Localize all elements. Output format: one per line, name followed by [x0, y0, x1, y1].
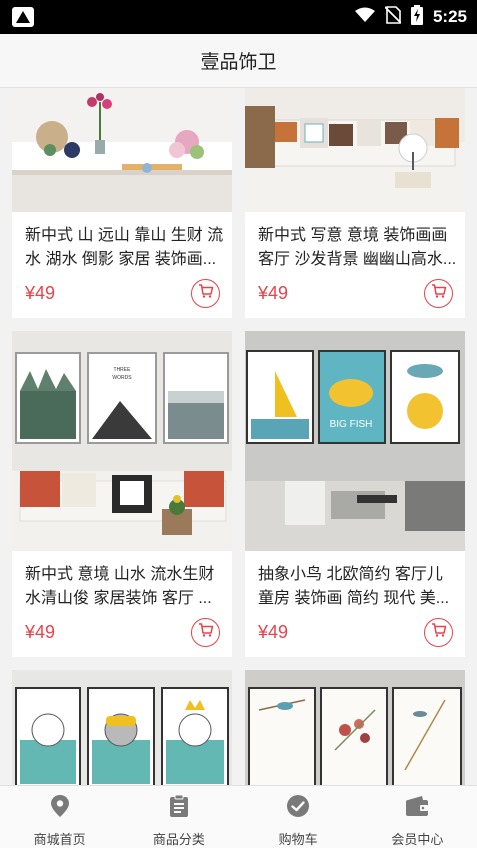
product-title[interactable]: 新中式 山 远山 靠山 生财 流水 湖水 倒影 家居 装饰画... [25, 224, 225, 272]
cart-icon [431, 622, 447, 643]
status-bar: 5:25 [0, 0, 477, 34]
product-card[interactable]: BIG FISH 抽象小鸟 北欧简约 客厅儿童房 装饰画 简约 现代 美... … [245, 331, 465, 657]
product-card[interactable]: 新中式 写意 意境 装饰画画客厅 沙发背景 幽幽山高水... ¥49 [245, 88, 465, 318]
page-title: 壹品饰卫 [200, 52, 277, 73]
product-image[interactable] [12, 670, 232, 785]
product-image[interactable]: BIG FISH [245, 331, 465, 551]
add-to-cart-button[interactable] [191, 279, 220, 308]
product-card[interactable] [12, 670, 232, 785]
product-title[interactable]: 新中式 写意 意境 装饰画画客厅 沙发背景 幽幽山高水... [258, 224, 458, 272]
check-circle-icon [286, 794, 310, 823]
product-image[interactable] [12, 88, 232, 212]
product-price: ¥49 [25, 283, 56, 303]
svg-text:BIG FISH: BIG FISH [330, 419, 373, 430]
product-title[interactable]: 抽象小鸟 北欧简约 客厅儿童房 装饰画 简约 现代 美... [258, 563, 458, 611]
tab-cart[interactable]: 购物车 [239, 786, 358, 848]
product-grid: 新中式 山 远山 靠山 生财 流水 湖水 倒影 家居 装饰画... ¥49 新中… [0, 88, 477, 785]
tab-label: 购物车 [278, 832, 318, 847]
location-pin-icon [49, 794, 71, 823]
add-to-cart-button[interactable] [191, 618, 220, 647]
product-card[interactable]: THREE WORDS 新中式 意境 山水 流水生财水清山俊 家居装饰 客厅 .… [12, 331, 232, 657]
svg-text:THREE: THREE [114, 367, 132, 373]
tab-label: 商城首页 [33, 832, 86, 847]
product-price: ¥49 [258, 622, 289, 642]
wifi-icon [354, 7, 375, 28]
tab-label: 会员中心 [391, 832, 444, 847]
product-image[interactable]: THREE WORDS [12, 331, 232, 551]
tab-label: 商品分类 [152, 832, 205, 847]
wallet-icon [404, 794, 430, 823]
title-bar: 壹品饰卫 [0, 34, 477, 88]
tab-home[interactable]: 商城首页 [0, 786, 119, 848]
product-card[interactable]: 新中式 山 远山 靠山 生财 流水 湖水 倒影 家居 装饰画... ¥49 [12, 88, 232, 318]
bottom-tab-bar: 商城首页 商品分类 购物车 会员中心 [0, 785, 477, 848]
product-price: ¥49 [258, 283, 289, 303]
product-price: ¥49 [25, 622, 56, 642]
svg-text:WORDS: WORDS [112, 375, 132, 381]
product-image[interactable] [245, 88, 465, 212]
status-time: 5:25 [432, 7, 467, 26]
clipboard-icon [168, 794, 190, 823]
cart-icon [198, 622, 214, 643]
cart-icon [431, 283, 447, 304]
battery-charging-icon [410, 4, 423, 30]
tab-categories[interactable]: 商品分类 [119, 786, 238, 848]
product-card[interactable] [245, 670, 465, 785]
tab-member-center[interactable]: 会员中心 [358, 786, 477, 848]
product-title[interactable]: 新中式 意境 山水 流水生财水清山俊 家居装饰 客厅 ... [25, 563, 225, 611]
cart-icon [198, 283, 214, 304]
no-sim-icon [384, 5, 402, 29]
product-image[interactable] [245, 670, 465, 785]
app-notification-icon [12, 7, 34, 27]
add-to-cart-button[interactable] [424, 279, 453, 308]
add-to-cart-button[interactable] [424, 618, 453, 647]
